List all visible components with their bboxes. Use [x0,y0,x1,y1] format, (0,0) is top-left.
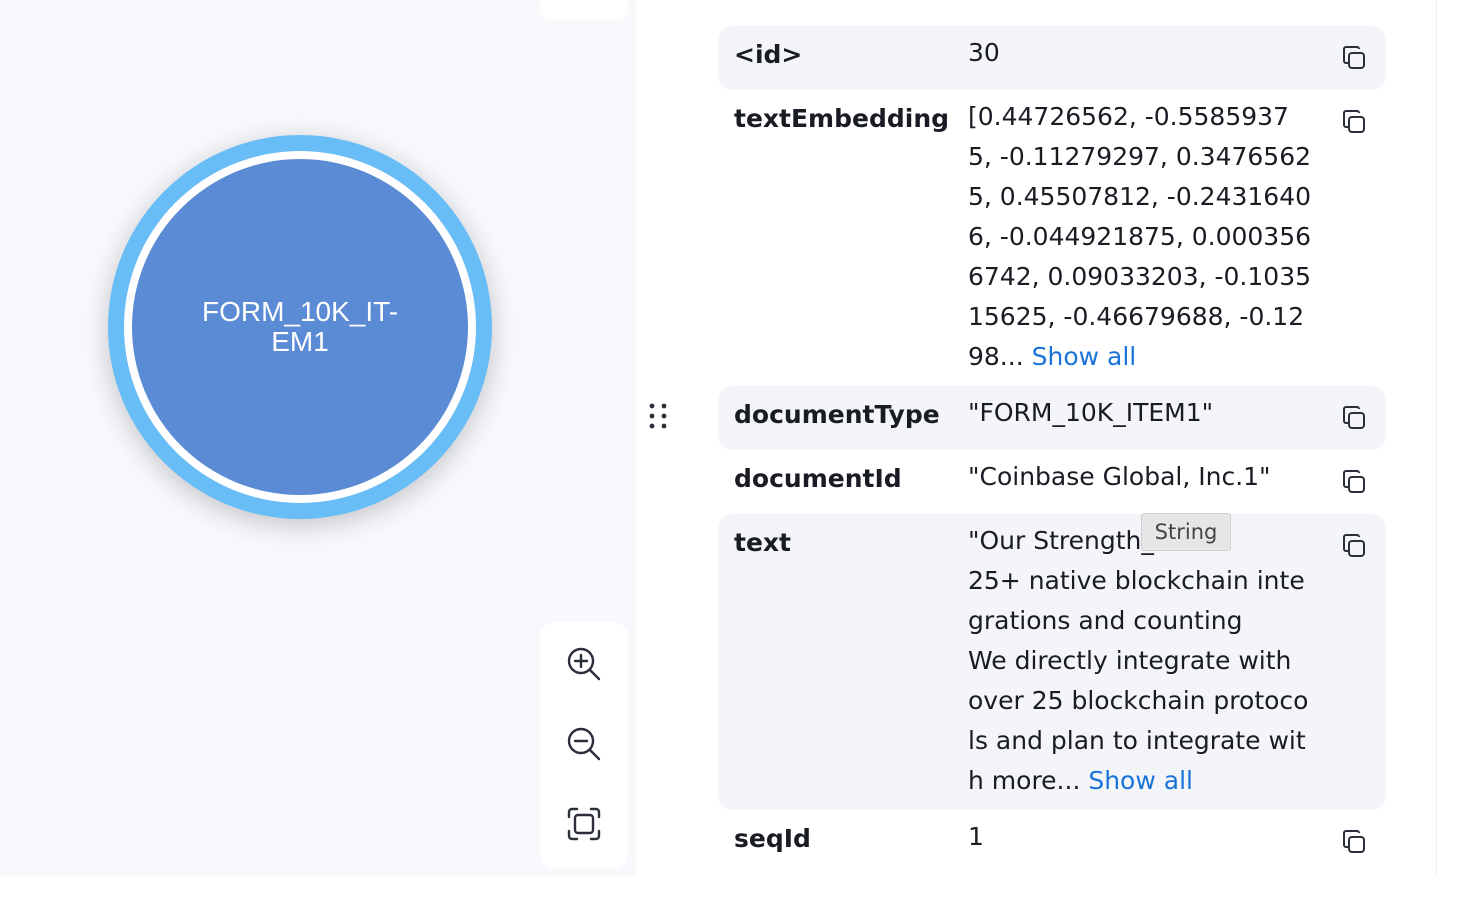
property-value: 30 [968,38,1000,67]
show-all-link[interactable]: Show all [1088,766,1193,795]
magnifier-plus-icon [567,647,601,681]
node-selection-ring: FORM_10K_IT- EM1 [124,151,476,503]
property-key: <id> [734,40,803,69]
type-tooltip: String [1141,513,1231,551]
copy-icon[interactable] [1340,532,1368,560]
graph-node[interactable]: FORM_10K_IT- EM1 [108,135,492,519]
property-value: 1 [968,822,984,851]
zoom-controls [540,622,628,868]
copy-icon[interactable] [1340,108,1368,136]
property-value: [0.44726562, -0.55859375, -0.11279297, 0… [968,97,1312,377]
copy-icon[interactable] [1340,828,1368,856]
drag-handle-icon[interactable] [646,400,670,432]
copy-icon[interactable] [1340,44,1368,72]
property-key: textEmbedding [734,104,950,133]
property-row: <id> 30 [718,26,1386,90]
property-row: documentId "Coinbase Global, Inc.1" [718,450,1386,514]
property-key: text [734,528,791,557]
property-value-text: "Our Strength_ 25+ native blockchain int… [968,526,1309,795]
property-row: text "Our Strength_ 25+ native blockchai… [718,514,1386,810]
property-value: "Our Strength_ 25+ native blockchain int… [968,521,1312,801]
fit-to-screen-icon [567,807,601,841]
property-value: "Coinbase Global, Inc.1" [968,462,1271,491]
zoom-out-button[interactable] [564,724,604,764]
node-label: FORM_10K_IT- EM1 [201,296,399,357]
zoom-in-button[interactable] [564,644,604,684]
property-key: documentId [734,464,902,493]
copy-icon[interactable] [1340,404,1368,432]
property-key: documentType [734,400,940,429]
node-core[interactable]: FORM_10K_IT- EM1 [132,159,468,495]
property-row: seqId 1 [718,810,1386,874]
bottom-margin [0,876,1466,912]
magnifier-minus-icon [567,727,601,761]
property-row: textEmbedding [0.44726562, -0.55859375, … [718,90,1386,386]
copy-icon[interactable] [1340,468,1368,496]
toolbar-card [540,0,628,20]
graph-canvas[interactable]: FORM_10K_IT- EM1 [0,0,636,876]
property-value: "FORM_10K_ITEM1" [968,398,1214,427]
property-value-text: [0.44726562, -0.55859375, -0.11279297, 0… [968,102,1312,371]
property-key: seqId [734,824,811,853]
fit-to-screen-button[interactable] [564,804,604,844]
show-all-link[interactable]: Show all [1032,342,1137,371]
property-row: documentType "FORM_10K_ITEM1" [718,386,1386,450]
